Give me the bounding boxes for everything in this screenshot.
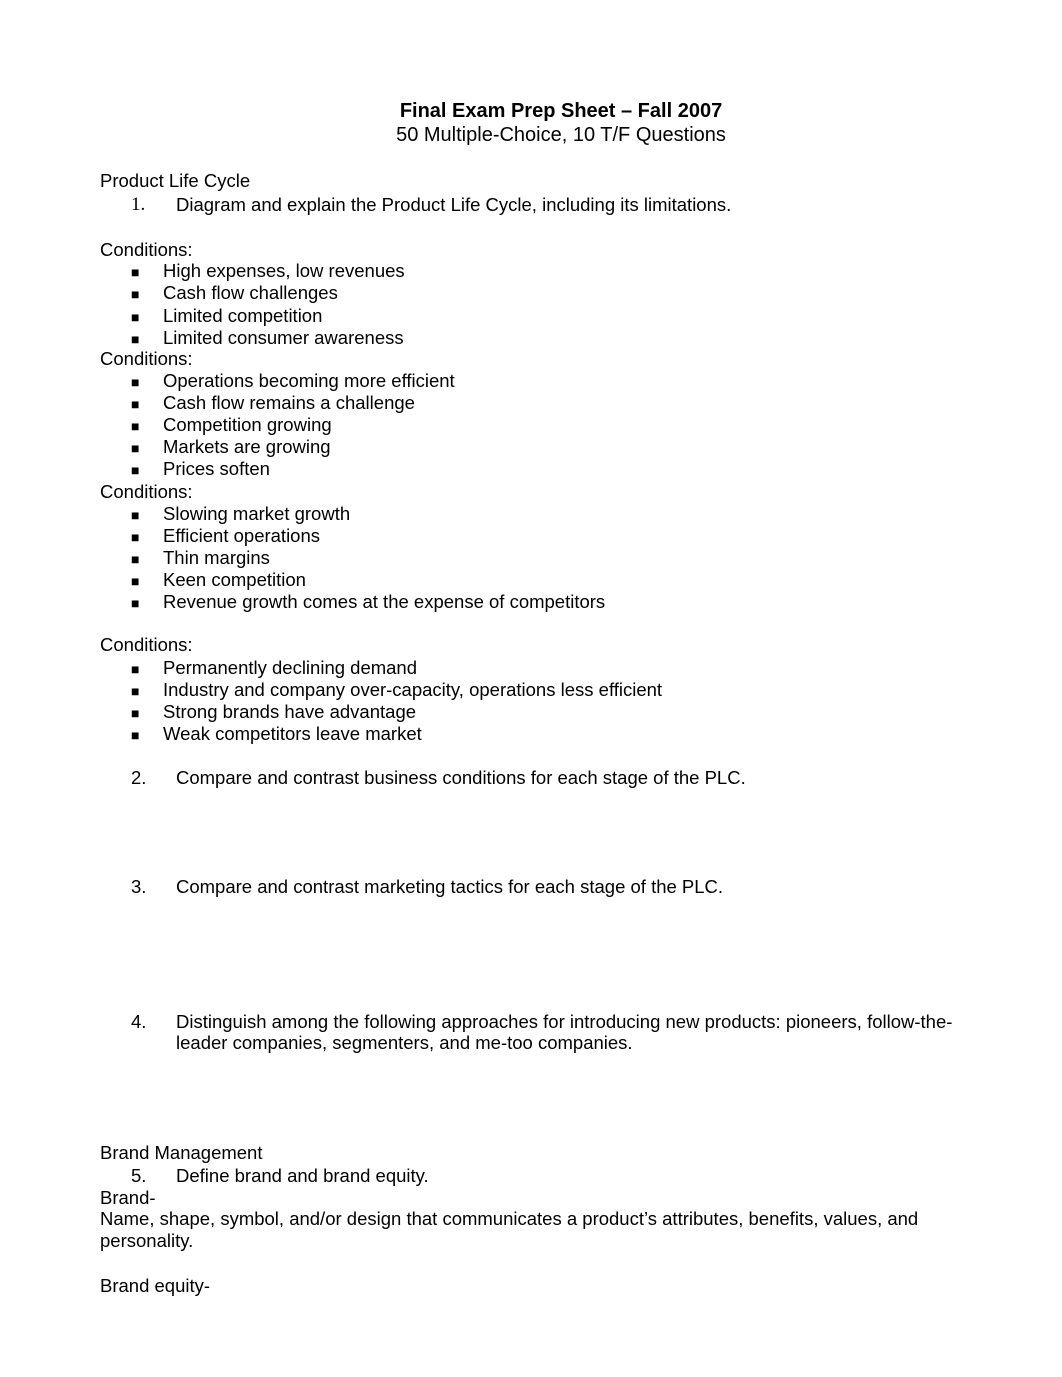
square-bullet-icon: ■ (131, 727, 140, 743)
conditions-label: Conditions: (100, 239, 193, 260)
square-bullet-icon: ■ (131, 374, 140, 390)
conditions-label: Conditions: (100, 634, 193, 655)
square-bullet-icon: ■ (131, 551, 140, 567)
title-block: Final Exam Prep Sheet – Fall 2007 50 Mul… (0, 99, 1062, 147)
conditions-label: Conditions: (100, 348, 193, 369)
section-heading-brand: Brand Management (100, 1142, 263, 1163)
section-heading-plc: Product Life Cycle (100, 170, 251, 191)
question-2: Compare and contrast business conditions… (176, 767, 746, 788)
question-number: 2. (131, 767, 147, 788)
list-item: Markets are growing (163, 436, 331, 457)
list-item: Weak competitors leave market (163, 723, 422, 744)
list-item: Efficient operations (163, 525, 321, 546)
list-item: Permanently declining demand (163, 657, 418, 678)
square-bullet-icon: ■ (131, 661, 140, 677)
square-bullet-icon: ■ (131, 418, 140, 434)
square-bullet-icon: ■ (131, 440, 140, 456)
brand-definition-line-1: Name, shape, symbol, and/or design that … (100, 1208, 919, 1229)
question-number: 4. (131, 1011, 147, 1032)
conditions-label: Conditions: (100, 481, 193, 502)
list-item: Limited consumer awareness (163, 327, 404, 348)
brand-definition-line-2: personality. (100, 1230, 194, 1251)
question-number: 3. (131, 876, 147, 897)
list-item: Limited competition (163, 305, 323, 326)
question-1: Diagram and explain the Product Life Cyc… (176, 194, 732, 215)
list-item: Competition growing (163, 414, 332, 435)
square-bullet-icon: ■ (131, 286, 140, 302)
square-bullet-icon: ■ (131, 396, 140, 412)
square-bullet-icon: ■ (131, 462, 140, 478)
brand-label: Brand- (100, 1187, 156, 1208)
square-bullet-icon: ■ (131, 529, 140, 545)
document-page: Final Exam Prep Sheet – Fall 2007 50 Mul… (0, 0, 1062, 1377)
square-bullet-icon: ■ (131, 309, 140, 325)
question-number: 1. (131, 194, 146, 215)
square-bullet-icon: ■ (131, 595, 140, 611)
list-item: Cash flow challenges (163, 282, 338, 303)
question-4-line-2: leader companies, segmenters, and me-too… (176, 1032, 633, 1053)
list-item: Industry and company over-capacity, oper… (163, 679, 663, 700)
square-bullet-icon: ■ (131, 264, 140, 280)
page-subtitle: 50 Multiple-Choice, 10 T/F Questions (396, 124, 726, 146)
list-item: Revenue growth comes at the expense of c… (163, 591, 606, 612)
list-item: Slowing market growth (163, 503, 351, 524)
list-item: Thin margins (163, 547, 270, 568)
square-bullet-icon: ■ (131, 683, 140, 699)
question-5: Define brand and brand equity. (176, 1165, 429, 1186)
question-3: Compare and contrast marketing tactics f… (176, 876, 724, 897)
page-title: Final Exam Prep Sheet – Fall 2007 (399, 100, 723, 122)
list-item: Strong brands have advantage (163, 701, 417, 722)
square-bullet-icon: ■ (131, 705, 140, 721)
list-item: Keen competition (163, 569, 306, 590)
list-item: High expenses, low revenues (163, 260, 405, 281)
square-bullet-icon: ■ (131, 331, 140, 347)
question-number: 5. (131, 1165, 147, 1186)
list-item: Cash flow remains a challenge (163, 392, 415, 413)
question-4-line-1: Distinguish among the following approach… (176, 1011, 953, 1032)
square-bullet-icon: ■ (131, 507, 140, 523)
list-item: Operations becoming more efficient (163, 370, 455, 391)
brand-equity-label: Brand equity- (100, 1275, 211, 1296)
list-item: Prices soften (163, 458, 270, 479)
square-bullet-icon: ■ (131, 573, 140, 589)
